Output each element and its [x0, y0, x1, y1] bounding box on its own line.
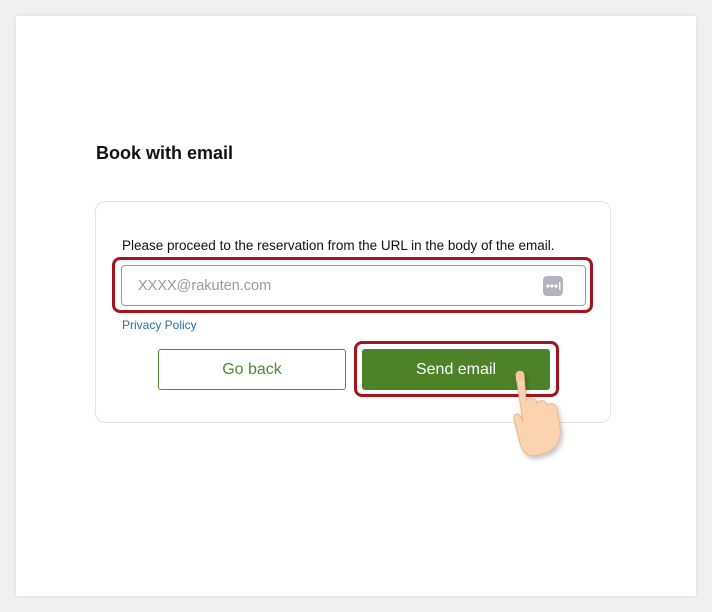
instruction-text: Please proceed to the reservation from t… [122, 238, 555, 253]
pointing-hand-icon [504, 367, 574, 463]
go-back-button[interactable]: Go back [158, 349, 346, 390]
privacy-policy-link[interactable]: Privacy Policy [122, 318, 197, 332]
input-highlight-box [112, 257, 593, 313]
page-title: Book with email [96, 143, 234, 163]
